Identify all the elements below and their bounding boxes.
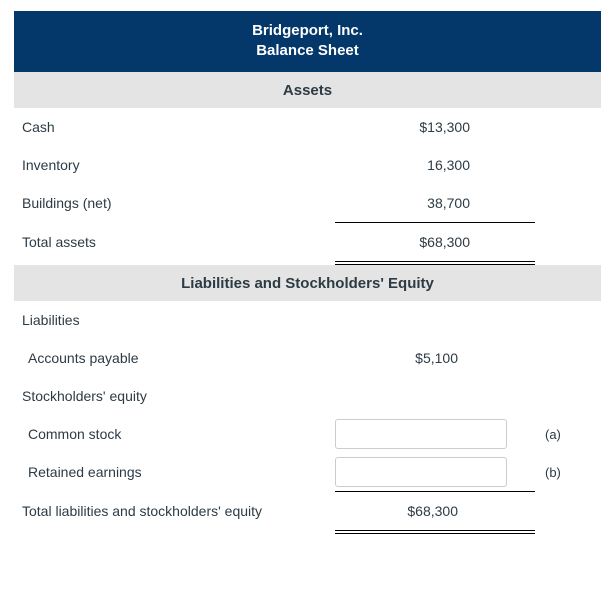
table-row: Accounts payable $5,100 [14,339,601,377]
row-value-total-assets: $68,300 [419,234,470,250]
section-header-assets: Assets [14,72,601,108]
total-rule-liabilities-equity [14,530,601,534]
row-label-buildings: Buildings (net) [22,195,112,211]
table-row: Inventory 16,300 [14,146,601,184]
table-row: Retained earnings (b) [14,453,601,491]
statement-title-band: Bridgeport, Inc. Balance Sheet [14,11,601,72]
table-row-total: Total liabilities and stockholders' equi… [14,492,601,530]
note-label-a: (a) [545,427,561,442]
row-label-cash: Cash [22,119,55,135]
note-label-b: (b) [545,465,561,480]
section-header-liabilities-equity: Liabilities and Stockholders' Equity [14,265,601,301]
row-value-total-liabilities-equity: $68,300 [407,503,458,519]
table-row: Common stock (a) [14,415,601,453]
table-row-total: Total assets $68,300 [14,223,601,261]
assets-table: Cash $13,300 Inventory 16,300 Buildings … [14,108,601,265]
row-label-retained-earnings: Retained earnings [28,464,142,480]
table-row: Stockholders' equity [14,377,601,415]
row-value-cash: $13,300 [419,119,470,135]
row-label-total-assets: Total assets [22,234,96,250]
row-value-accounts-payable: $5,100 [415,350,458,366]
row-label-total-liabilities-equity: Total liabilities and stockholders' equi… [22,503,263,519]
liabilities-equity-table: Liabilities Accounts payable $5,100 Stoc… [14,301,601,534]
double-rule [335,530,535,534]
row-label-liabilities: Liabilities [22,312,80,328]
table-row: Cash $13,300 [14,108,601,146]
table-row: Liabilities [14,301,601,339]
balance-sheet: Bridgeport, Inc. Balance Sheet Assets Ca… [14,11,601,534]
row-value-inventory: 16,300 [427,157,470,173]
row-label-accounts-payable: Accounts payable [28,350,139,366]
statement-type: Balance Sheet [256,42,359,59]
common-stock-input[interactable] [335,419,507,449]
row-label-stockholders-equity: Stockholders' equity [22,388,147,404]
table-row: Buildings (net) 38,700 [14,184,601,222]
row-value-buildings: 38,700 [427,195,470,211]
company-name: Bridgeport, Inc. [252,22,363,39]
row-label-inventory: Inventory [22,157,80,173]
retained-earnings-input[interactable] [335,457,507,487]
row-label-common-stock: Common stock [28,426,122,442]
